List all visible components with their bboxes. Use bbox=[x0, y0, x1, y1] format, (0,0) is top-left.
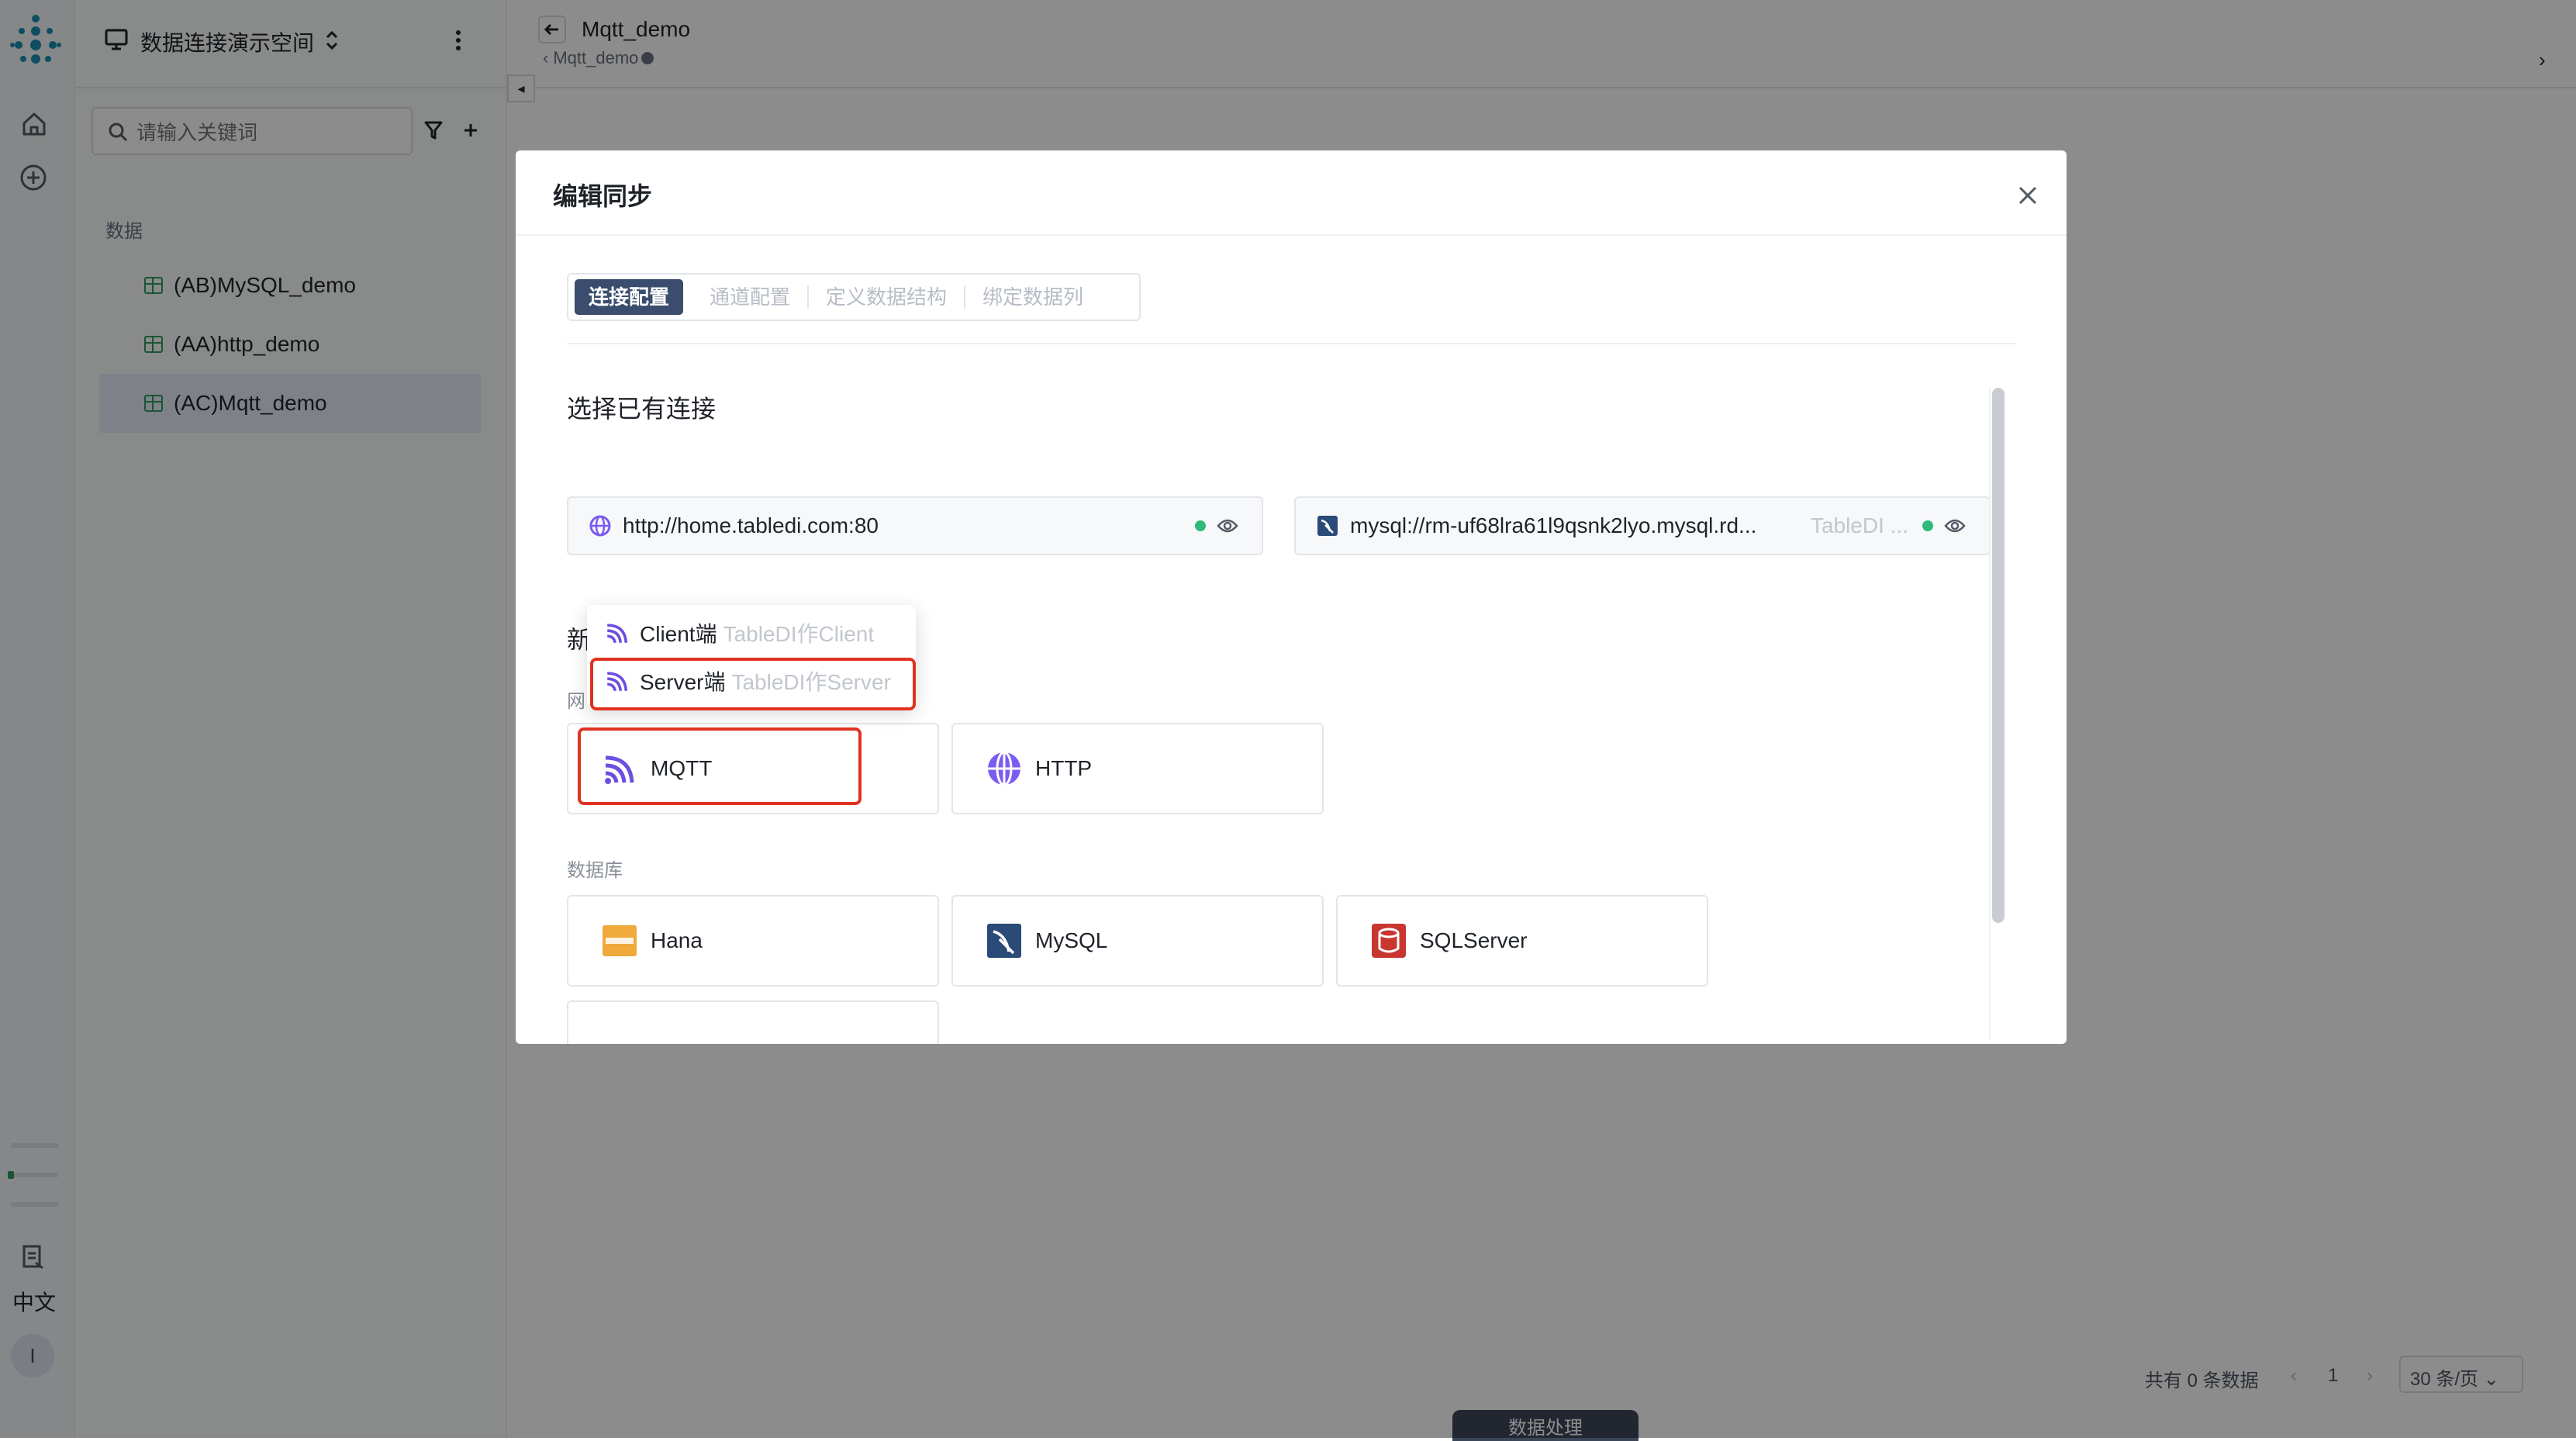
card-partial[interactable] bbox=[567, 1000, 939, 1044]
dropdown-item-server[interactable]: Server端 TableDI作Server bbox=[596, 658, 906, 704]
divider bbox=[567, 343, 2017, 344]
connection-tag: TableDI ... bbox=[1810, 513, 1908, 537]
dropdown-item-label: Server端 bbox=[640, 670, 726, 694]
mqtt-icon bbox=[601, 750, 638, 787]
mqtt-mode-dropdown: Client端 TableDI作Client Server端 TableDI作S… bbox=[587, 605, 916, 709]
dropdown-item-label: Client端 bbox=[640, 622, 717, 646]
mysql-icon bbox=[986, 922, 1023, 959]
globe-icon bbox=[986, 750, 1023, 787]
hana-icon bbox=[601, 922, 638, 959]
card-label: MQTT bbox=[651, 756, 713, 780]
divider bbox=[516, 234, 2067, 236]
mqtt-card[interactable]: MQTT bbox=[567, 723, 939, 814]
eye-icon[interactable] bbox=[1944, 518, 1966, 534]
card-label: Hana bbox=[651, 928, 703, 952]
step-bind-columns[interactable]: 绑定数据列 bbox=[965, 285, 1100, 309]
dropdown-item-client[interactable]: Client端 TableDI作Client bbox=[596, 610, 906, 656]
card-label: MySQL bbox=[1035, 928, 1108, 952]
dropdown-item-hint: TableDI作Client bbox=[723, 622, 875, 646]
mysql-icon bbox=[1316, 514, 1339, 537]
database-category-label: 数据库 bbox=[567, 860, 623, 881]
status-dot bbox=[1922, 520, 1933, 531]
close-icon[interactable] bbox=[2012, 180, 2043, 211]
hana-card[interactable]: Hana bbox=[567, 895, 939, 987]
existing-connection-http[interactable]: http://home.tabledi.com:80 bbox=[567, 496, 1263, 555]
sqlserver-card[interactable]: SQLServer bbox=[1336, 895, 1708, 987]
card-label: SQLServer bbox=[1420, 928, 1528, 952]
card-label: HTTP bbox=[1035, 756, 1093, 780]
step-define-schema[interactable]: 定义数据结构 bbox=[809, 285, 966, 309]
step-channel-config[interactable]: 通道配置 bbox=[692, 285, 810, 309]
http-card[interactable]: HTTP bbox=[951, 723, 1324, 814]
modal-title: 编辑同步 bbox=[553, 182, 653, 210]
globe-icon bbox=[589, 514, 612, 537]
dropdown-item-hint: TableDI作Server bbox=[731, 670, 891, 694]
network-category-label: 网 bbox=[567, 691, 585, 712]
connection-url: http://home.tabledi.com:80 bbox=[623, 513, 879, 537]
mysql-card[interactable]: MySQL bbox=[951, 895, 1324, 987]
mqtt-icon bbox=[604, 668, 630, 694]
mqtt-icon bbox=[604, 620, 630, 646]
step-connection-config[interactable]: 连接配置 bbox=[575, 279, 684, 315]
status-dot bbox=[1195, 520, 1206, 531]
step-tabs: 连接配置 通道配置 定义数据结构 绑定数据列 bbox=[567, 273, 1141, 321]
sqlserver-icon bbox=[1370, 922, 1407, 959]
existing-connections-title: 选择已有连接 bbox=[567, 395, 717, 423]
existing-connection-mysql[interactable]: mysql://rm-uf68lra61l9qsnk2lyo.mysql.rd.… bbox=[1294, 496, 1991, 555]
edit-sync-modal: 编辑同步 连接配置 通道配置 定义数据结构 绑定数据列 选择已有连接 http:… bbox=[516, 150, 2067, 1044]
scrollbar-thumb[interactable] bbox=[1992, 388, 2005, 923]
eye-icon[interactable] bbox=[1217, 518, 1238, 534]
connection-url: mysql://rm-uf68lra61l9qsnk2lyo.mysql.rd.… bbox=[1350, 513, 1757, 537]
